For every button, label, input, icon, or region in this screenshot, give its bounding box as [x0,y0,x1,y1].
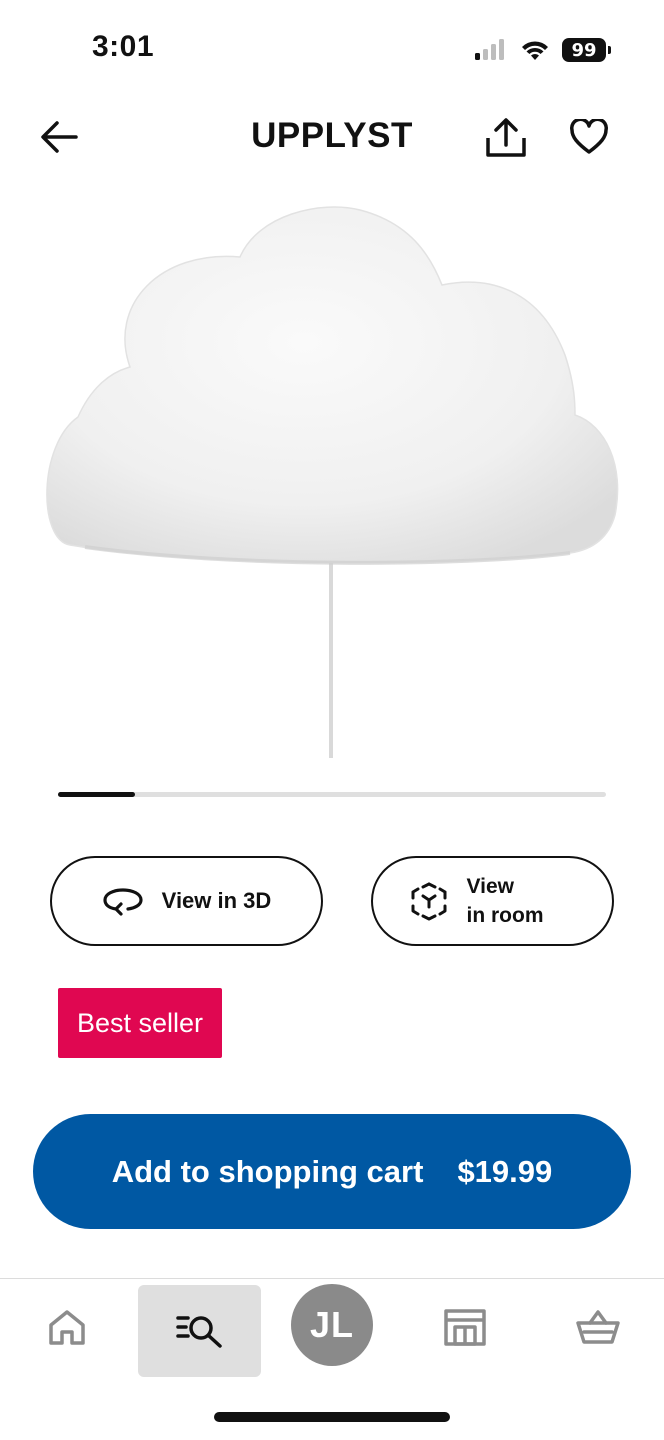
product-image[interactable] [30,195,634,770]
status-time: 3:01 [92,30,155,63]
ar-cube-icon [411,882,446,921]
share-icon [486,118,526,157]
home-indicator [214,1412,450,1422]
favorite-button[interactable] [566,114,612,160]
heart-icon [570,119,608,154]
nav-home[interactable] [38,1298,96,1356]
nav-search[interactable] [138,1285,261,1377]
bottom-nav-divider [0,1278,664,1279]
view-in-room-label: View in room [467,872,577,930]
cloud-wall-lamp-image [46,206,619,758]
wifi-icon [522,41,548,60]
carousel-progress-fill [58,792,135,797]
add-to-cart-label: Add to shopping cart [111,1153,424,1189]
nav-basket[interactable] [568,1298,628,1356]
product-price: $19.99 [457,1153,553,1189]
add-to-cart-button[interactable]: Add to shopping cart $19.99 [33,1114,631,1229]
image-carousel-progress [58,792,606,797]
battery-level: 99 [571,39,597,61]
home-icon [49,1310,85,1345]
view-in-3d-button[interactable]: View in 3D [50,856,323,946]
search-list-icon [175,1316,222,1348]
view-in-room-line2: in room [466,904,544,927]
view-in-room-line1: View [466,875,514,898]
battery-icon: 99 [562,38,611,62]
profile-avatar[interactable]: JL [291,1284,373,1366]
page-title: UPPLYST [251,116,413,155]
avatar-initials: JL [309,1304,354,1345]
status-icons: 99 [474,36,611,64]
nav-stores[interactable] [435,1298,495,1356]
share-button[interactable] [480,114,532,162]
rotate-3d-icon [103,888,143,916]
basket-icon [576,1310,620,1344]
view-in-room-button[interactable]: View in room [371,856,614,946]
best-seller-badge: Best seller [58,988,222,1058]
store-icon [444,1309,486,1346]
cellular-signal-icon [475,39,504,60]
view-in-3d-label: View in 3D [161,888,272,913]
